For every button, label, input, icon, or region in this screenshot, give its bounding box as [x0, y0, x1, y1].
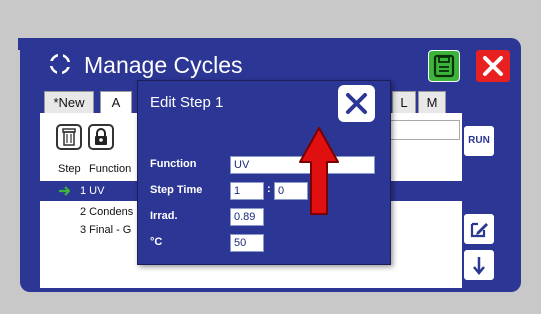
page-title: Manage Cycles: [84, 52, 243, 78]
step-time-hours-field[interactable]: 1: [230, 182, 264, 200]
dialog-close-button[interactable]: [338, 85, 375, 122]
row-label: 1 UV: [80, 185, 105, 197]
close-button[interactable]: [476, 50, 510, 82]
trash-icon: [62, 128, 76, 146]
step-time-label: Step Time: [150, 184, 203, 196]
tab-new[interactable]: *New: [44, 91, 94, 113]
row-label: 2 Condens: [80, 206, 134, 218]
delete-button[interactable]: [56, 124, 82, 150]
dialog-title: Edit Step 1: [150, 94, 224, 111]
row-label: 3 Final - G: [80, 224, 132, 236]
irradiance-field[interactable]: 0.89: [230, 208, 264, 226]
run-button[interactable]: RUN: [462, 124, 496, 158]
move-down-button[interactable]: [462, 248, 496, 282]
up-arrow-overlay: [299, 127, 339, 215]
save-button[interactable]: [428, 50, 460, 82]
save-icon: [433, 54, 455, 78]
time-separator: :: [267, 183, 271, 195]
lock-icon: [95, 128, 107, 145]
edit-icon: [470, 222, 488, 238]
column-header-function: Function: [89, 163, 132, 175]
function-label: Function: [150, 158, 197, 170]
refresh-cycle-icon: [49, 53, 71, 75]
close-icon: [346, 93, 367, 114]
close-icon: [483, 56, 503, 76]
tab-a[interactable]: A: [100, 91, 132, 113]
tab-m[interactable]: M: [418, 91, 446, 113]
irradiance-label: Irrad.: [150, 210, 178, 222]
run-label: RUN: [468, 135, 490, 146]
temperature-field[interactable]: 50: [230, 234, 264, 252]
play-icon: [59, 186, 70, 196]
column-header-step: Step: [58, 163, 81, 175]
search-field[interactable]: [380, 120, 460, 140]
tab-l[interactable]: L: [392, 91, 416, 113]
lock-button[interactable]: [88, 124, 114, 150]
arrow-down-icon: [473, 257, 485, 275]
edit-step-button[interactable]: [462, 212, 496, 246]
temperature-label: °C: [150, 236, 163, 248]
